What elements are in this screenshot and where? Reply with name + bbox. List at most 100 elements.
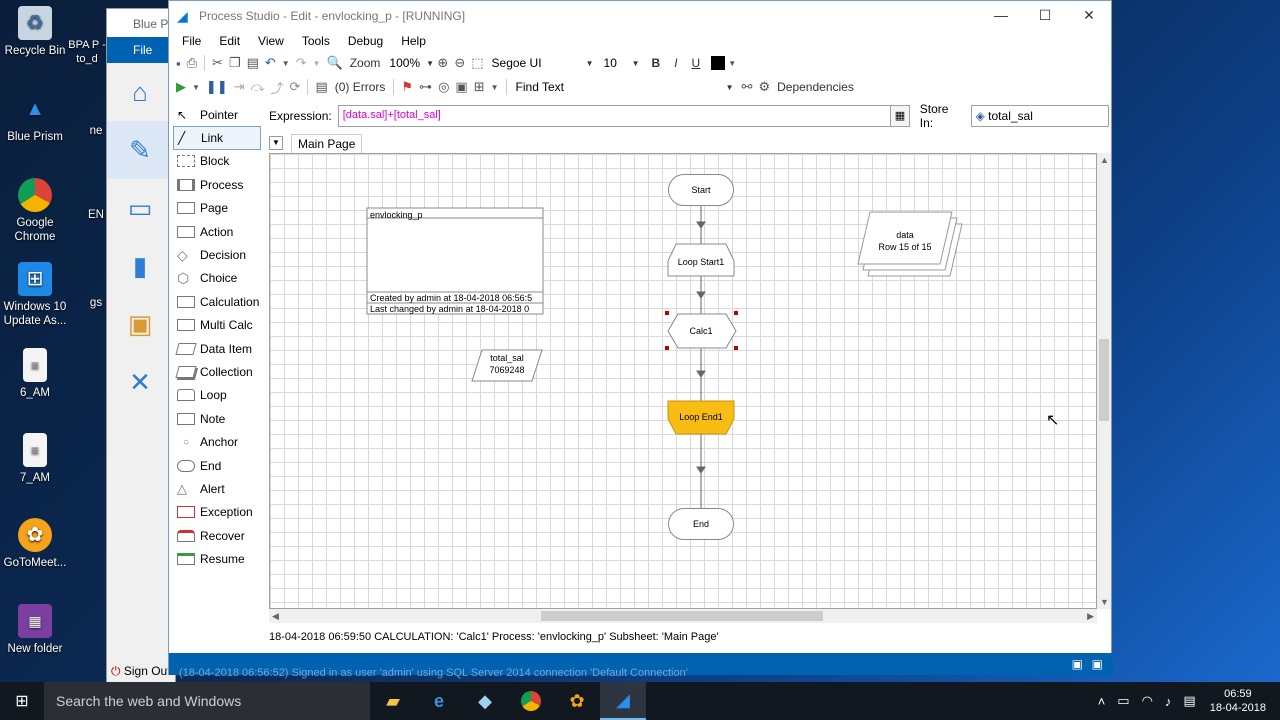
sign-out-button[interactable]: ⏻ Sign Out <box>107 660 175 682</box>
zoom-out-icon[interactable]: ⊖ <box>451 55 468 71</box>
palette-item-calculation[interactable]: Calculation <box>173 290 261 313</box>
desktop-icon-windows-update[interactable]: ⊞ Windows 10 Update As... <box>0 262 72 328</box>
loop-end-stage[interactable]: Loop End1 <box>668 408 734 426</box>
step-out-icon[interactable]: ⤴ <box>268 78 287 97</box>
collection-stage[interactable]: data Row 15 of 15 <box>863 229 947 257</box>
desktop-icon-partial-ne[interactable]: ne <box>86 124 106 138</box>
gotomeeting-taskbar-icon[interactable]: ✿ <box>554 682 600 720</box>
font-select[interactable]: Segoe UI ▼ <box>487 54 599 72</box>
redo-dropdown-icon[interactable]: ▼ <box>310 59 324 68</box>
chevron-up-icon[interactable]: ˄ <box>1092 694 1112 709</box>
palette-item-data-item[interactable]: Data Item <box>173 337 261 360</box>
underline-button[interactable]: U <box>685 56 708 70</box>
watch-icon[interactable]: ◎ <box>435 79 452 95</box>
desktop-icon-partial-bpa[interactable]: BPA P - to_d <box>64 38 110 66</box>
palette-item-process[interactable]: Process <box>173 173 261 196</box>
palette-item-anchor[interactable]: ○ Anchor <box>173 430 261 453</box>
paste-icon[interactable]: ▤ <box>244 55 262 71</box>
zoom-select[interactable]: 100% ▼ <box>384 54 434 72</box>
maximize-button[interactable]: ☐ <box>1023 1 1067 29</box>
binoculars-icon[interactable]: ⚯ <box>739 79 756 95</box>
font-size-select[interactable]: 10 ▼ <box>599 54 645 72</box>
vertical-scrollbar[interactable]: ▲ ▼ <box>1097 153 1111 609</box>
play-icon[interactable]: ▶ <box>173 79 189 95</box>
menu-tools[interactable]: Tools <box>293 34 339 48</box>
palette-item-multi-calc[interactable]: Multi Calc <box>173 314 261 337</box>
desktop-icon-partial-gs[interactable]: gs <box>86 296 106 310</box>
system-icon[interactable]: ✕ <box>107 353 173 411</box>
chrome-taskbar-icon[interactable] <box>508 682 554 720</box>
control-icon[interactable]: ▭ <box>107 179 173 237</box>
file-explorer-icon[interactable]: ▰ <box>370 682 416 720</box>
errors-icon[interactable]: ▤ <box>312 79 330 95</box>
scroll-right-icon[interactable]: ▶ <box>1087 611 1094 622</box>
status-icon-b[interactable]: ▣ <box>1092 657 1103 671</box>
desktop-icon-gotomeeting[interactable]: ✿ GoToMeet... <box>0 518 72 570</box>
menu-view[interactable]: View <box>249 34 293 48</box>
align-dropdown-icon[interactable]: ▼ <box>488 83 502 92</box>
link-icon[interactable]: ⊶ <box>416 79 435 95</box>
edge-icon[interactable]: e <box>416 682 462 720</box>
status-icon-a[interactable]: ▣ <box>1072 657 1083 671</box>
bp-file-tab[interactable]: File <box>107 37 175 63</box>
palette-item-action[interactable]: Action <box>173 220 261 243</box>
palette-item-collection[interactable]: Collection <box>173 360 261 383</box>
windows-start-icon[interactable]: ⊞ <box>0 682 44 720</box>
release-icon[interactable]: ▣ <box>107 295 173 353</box>
scroll-left-icon[interactable]: ◀ <box>272 611 279 622</box>
layout-icon[interactable]: ▣ <box>452 79 470 95</box>
horizontal-scroll-thumb[interactable] <box>541 611 823 621</box>
reset-icon[interactable]: ⟳ <box>287 79 304 95</box>
palette-item-alert[interactable]: △ Alert <box>173 477 261 500</box>
store-in-input[interactable]: ◈ total_sal <box>970 105 1110 127</box>
menu-debug[interactable]: Debug <box>339 34 392 48</box>
network-icon[interactable]: ◠ <box>1136 693 1159 709</box>
color-dropdown-icon[interactable]: ▼ <box>725 59 739 68</box>
bold-button[interactable]: B <box>645 56 668 70</box>
vertical-scroll-thumb[interactable] <box>1099 339 1109 421</box>
home-icon[interactable]: ⌂ <box>107 63 173 121</box>
app-icon[interactable]: ◆ <box>462 682 508 720</box>
color-swatch[interactable] <box>711 56 726 70</box>
tab-main-page[interactable]: Main Page <box>291 133 363 153</box>
palette-item-pointer[interactable]: ↖ Pointer <box>173 103 261 126</box>
errors-button[interactable]: (0) Errors <box>331 80 390 94</box>
desktop-icon-recycle-bin[interactable]: ♻ Recycle Bin <box>0 6 72 58</box>
align-icon[interactable]: ⊞ <box>471 79 488 95</box>
desktop-icon-blue-prism[interactable]: ▲ Blue Prism <box>0 92 72 144</box>
desktop-icon-new-folder[interactable]: ▦ New folder <box>0 604 72 656</box>
taskbar-search[interactable]: Search the web and Windows <box>44 682 370 720</box>
save-icon[interactable]: ▪ <box>173 56 184 71</box>
volume-icon[interactable]: ♪ <box>1159 694 1178 709</box>
data-item-stage[interactable]: total_sal 7069248 <box>475 352 539 380</box>
power-icon[interactable]: ▭ <box>1111 693 1135 709</box>
palette-item-decision[interactable]: ◇ Decision <box>173 243 261 266</box>
redo-icon[interactable]: ↷ <box>293 55 310 71</box>
start-stage[interactable]: Start <box>668 174 734 206</box>
menu-help[interactable]: Help <box>392 34 435 48</box>
desktop-icon-partial-en[interactable]: EN <box>86 208 106 222</box>
step-over-icon[interactable]: ⤼ <box>248 79 268 95</box>
desktop-icon-6am[interactable]: ≡ 6_AM <box>0 348 72 400</box>
expression-editor-button[interactable]: ▦ <box>890 105 910 127</box>
horizontal-scrollbar[interactable]: ◀ ▶ <box>269 609 1097 623</box>
end-stage[interactable]: End <box>668 508 734 540</box>
palette-item-resume[interactable]: Resume <box>173 547 261 570</box>
desktop-icon-chrome[interactable]: Google Chrome <box>0 178 72 244</box>
find-text-input[interactable]: Find Text ▼ <box>511 78 739 96</box>
copy-icon[interactable]: ❐ <box>226 55 244 71</box>
play-dropdown-icon[interactable]: ▼ <box>189 83 203 92</box>
palette-item-choice[interactable]: ⬡ Choice <box>173 267 261 290</box>
notification-icon[interactable]: ▤ <box>1177 693 1201 709</box>
scroll-down-icon[interactable]: ▼ <box>1100 597 1109 607</box>
palette-item-page[interactable]: Page <box>173 197 261 220</box>
breakpoint-flag-icon[interactable]: ⚑ <box>398 79 416 95</box>
menu-file[interactable]: File <box>173 34 210 48</box>
blue-prism-taskbar-icon[interactable]: ◢ <box>600 682 646 720</box>
palette-item-link[interactable]: ╱ Link <box>173 126 261 150</box>
zoom-in-icon[interactable]: ⊕ <box>434 55 451 71</box>
minimize-button[interactable]: — <box>979 1 1023 29</box>
loop-start-stage[interactable]: Loop Start1 <box>668 252 734 272</box>
palette-item-block[interactable]: Block <box>173 150 261 173</box>
step-icon[interactable]: ⇥ <box>231 79 248 95</box>
